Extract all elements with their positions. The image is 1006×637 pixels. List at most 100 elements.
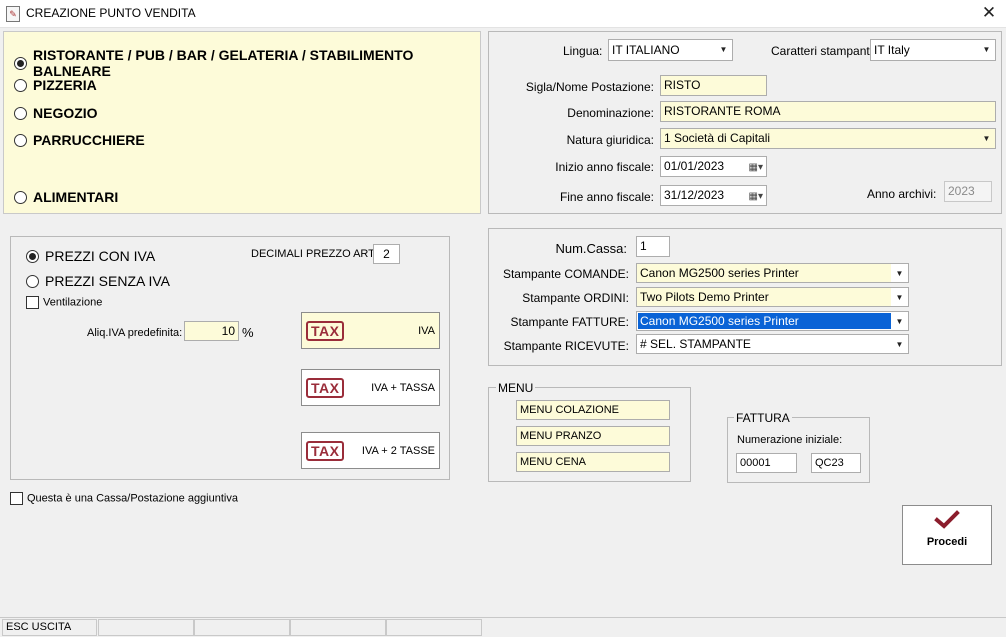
numcassa-field[interactable]: 1	[636, 236, 670, 257]
activity-option-ristorante[interactable]: RISTORANTE / PUB / BAR / GELATERIA / STA…	[14, 47, 480, 79]
checkmark-icon	[934, 510, 960, 529]
numerazione-label: Numerazione iniziale:	[737, 434, 843, 446]
app-icon: ✎	[6, 6, 20, 22]
sigla-label: Sigla/Nome Postazione:	[525, 80, 654, 94]
chevron-down-icon: ▼	[895, 340, 904, 349]
caratteri-value: IT Italy	[874, 43, 910, 57]
tax-iva-2tasse-label: IVA + 2 TASSE	[361, 444, 435, 457]
radio-icon	[14, 78, 27, 92]
fattura-group: FATTURA Numerazione iniziale: 00001 QC23	[727, 411, 870, 483]
inizio-label: Inizio anno fiscale:	[555, 160, 654, 174]
activity-option-label: ALIMENTARI	[33, 189, 119, 205]
activity-option-parrucchiere[interactable]: PARRUCCHIERE	[14, 132, 145, 148]
activity-option-label: PIZZERIA	[33, 77, 97, 93]
radio-icon	[14, 56, 27, 70]
lingua-label: Lingua:	[563, 44, 603, 58]
fine-label: Fine anno fiscale:	[559, 190, 654, 204]
chevron-down-icon: ▼	[719, 45, 728, 54]
comande-label: Stampante COMANDE:	[502, 267, 629, 281]
denominazione-label: Denominazione:	[567, 106, 654, 120]
ordini-label: Stampante ORDINI:	[522, 291, 629, 305]
ordini-value: Two Pilots Demo Printer	[640, 290, 769, 304]
procedi-label: Procedi	[926, 536, 968, 548]
ricevute-value: # SEL. STAMPANTE	[640, 337, 751, 351]
menu-group: MENU MENU COLAZIONE MENU PRANZO MENU CEN…	[488, 381, 691, 482]
inizio-date-field[interactable]: 01/01/2023 ▦▾	[660, 156, 767, 177]
calendar-icon[interactable]: ▦▾	[749, 160, 763, 175]
natura-label: Natura giuridica:	[566, 133, 654, 147]
close-button[interactable]: ✕	[976, 2, 1002, 26]
tax-iva-2tasse-button[interactable]: TAX IVA + 2 TASSE	[301, 432, 440, 469]
natura-select[interactable]: 1 Società di Capitali ▼	[660, 128, 996, 149]
numcassa-label: Num.Cassa:	[555, 241, 627, 256]
cassa-aggiuntiva-label: Questa è una Cassa/Postazione aggiuntiva	[27, 492, 238, 505]
calendar-icon[interactable]: ▦▾	[749, 189, 763, 204]
tax-icon: TAX	[306, 440, 345, 461]
numero-fattura-field[interactable]: 00001	[736, 453, 797, 473]
checkbox-icon	[10, 492, 23, 505]
activity-option-negozio[interactable]: NEGOZIO	[14, 105, 98, 121]
activity-option-label: NEGOZIO	[33, 105, 98, 121]
tax-icon: TAX	[306, 320, 345, 341]
prezzi-senza-iva-label: PREZZI SENZA IVA	[45, 273, 170, 289]
activity-option-label: PARRUCCHIERE	[33, 132, 145, 148]
sigla-field[interactable]: RISTO	[660, 75, 767, 96]
aliq-iva-label: Aliq.IVA predefinita:	[87, 327, 183, 339]
ricevute-select[interactable]: # SEL. STAMPANTE ▼	[636, 334, 909, 354]
fatture-value: Canon MG2500 series Printer	[638, 313, 891, 329]
activity-type-panel: RISTORANTE / PUB / BAR / GELATERIA / STA…	[3, 31, 481, 214]
printers-group: Num.Cassa: 1 Stampante COMANDE: Canon MG…	[488, 228, 1002, 366]
menu-pranzo-field[interactable]: MENU PRANZO	[516, 426, 670, 446]
prezzi-senza-iva-radio[interactable]: PREZZI SENZA IVA	[26, 273, 170, 289]
status-cell	[194, 619, 290, 636]
caratteri-select[interactable]: IT Italy ▼	[870, 39, 996, 61]
activity-option-pizzeria[interactable]: PIZZERIA	[14, 77, 97, 93]
activity-option-label: RISTORANTE / PUB / BAR / GELATERIA / STA…	[33, 47, 414, 79]
ordini-select[interactable]: Two Pilots Demo Printer ▼	[636, 287, 909, 307]
ventilazione-label: Ventilazione	[43, 296, 103, 309]
fatture-select[interactable]: Canon MG2500 series Printer ▼	[636, 311, 909, 331]
chevron-down-icon: ▼	[891, 288, 908, 306]
aliq-iva-unit: %	[242, 325, 254, 340]
tax-icon: TAX	[306, 377, 345, 398]
prezzi-con-iva-label: PREZZI CON IVA	[45, 248, 156, 264]
denominazione-field[interactable]: RISTORANTE ROMA	[660, 101, 996, 122]
menu-cena-field[interactable]: MENU CENA	[516, 452, 670, 472]
chevron-down-icon: ▼	[895, 317, 904, 326]
caratteri-label: Caratteri stampante:	[771, 44, 880, 58]
cassa-aggiuntiva-checkbox[interactable]: Questa è una Cassa/Postazione aggiuntiva	[10, 492, 238, 505]
tax-iva-tassa-button[interactable]: TAX IVA + TASSA	[301, 369, 440, 406]
menu-colazione-field[interactable]: MENU COLAZIONE	[516, 400, 670, 420]
lingua-value: IT ITALIANO	[612, 43, 680, 57]
tax-iva-tassa-label: IVA + TASSA	[371, 381, 435, 394]
decimali-field[interactable]: 2	[373, 244, 400, 264]
tax-iva-button[interactable]: TAX IVA	[301, 312, 440, 349]
fine-date-field[interactable]: 31/12/2023 ▦▾	[660, 185, 767, 206]
window-title: CREAZIONE PUNTO VENDITA	[26, 6, 196, 20]
fatture-label: Stampante FATTURE:	[510, 315, 629, 329]
serie-fattura-field[interactable]: QC23	[811, 453, 861, 473]
ventilazione-checkbox[interactable]: Ventilazione	[26, 296, 102, 309]
comande-select[interactable]: Canon MG2500 series Printer ▼	[636, 263, 909, 283]
procedi-button[interactable]: Procedi	[902, 505, 992, 565]
natura-value: 1 Società di Capitali	[664, 131, 771, 145]
inizio-value: 01/01/2023	[664, 159, 725, 173]
activity-option-alimentari[interactable]: ALIMENTARI	[14, 189, 118, 205]
status-cell	[98, 619, 194, 636]
aliq-iva-field[interactable]: 10	[184, 321, 239, 341]
lingua-select[interactable]: IT ITALIANO ▼	[608, 39, 733, 61]
radio-icon	[26, 274, 39, 288]
chevron-down-icon: ▼	[982, 134, 991, 143]
fine-value: 31/12/2023	[664, 188, 725, 202]
prezzi-con-iva-radio[interactable]: PREZZI CON IVA	[26, 248, 155, 264]
radio-icon	[14, 190, 27, 204]
tax-iva-label: IVA	[418, 324, 435, 337]
decimali-label: DECIMALI PREZZO ART.	[251, 248, 377, 260]
archivi-label: Anno archivi:	[867, 187, 937, 201]
archivi-field: 2023	[944, 181, 992, 202]
status-bar: ESC USCITA	[0, 617, 1006, 637]
menu-group-title: MENU	[496, 381, 536, 395]
radio-icon	[14, 106, 27, 120]
esc-uscita-status[interactable]: ESC USCITA	[2, 619, 97, 636]
radio-icon	[26, 249, 39, 263]
